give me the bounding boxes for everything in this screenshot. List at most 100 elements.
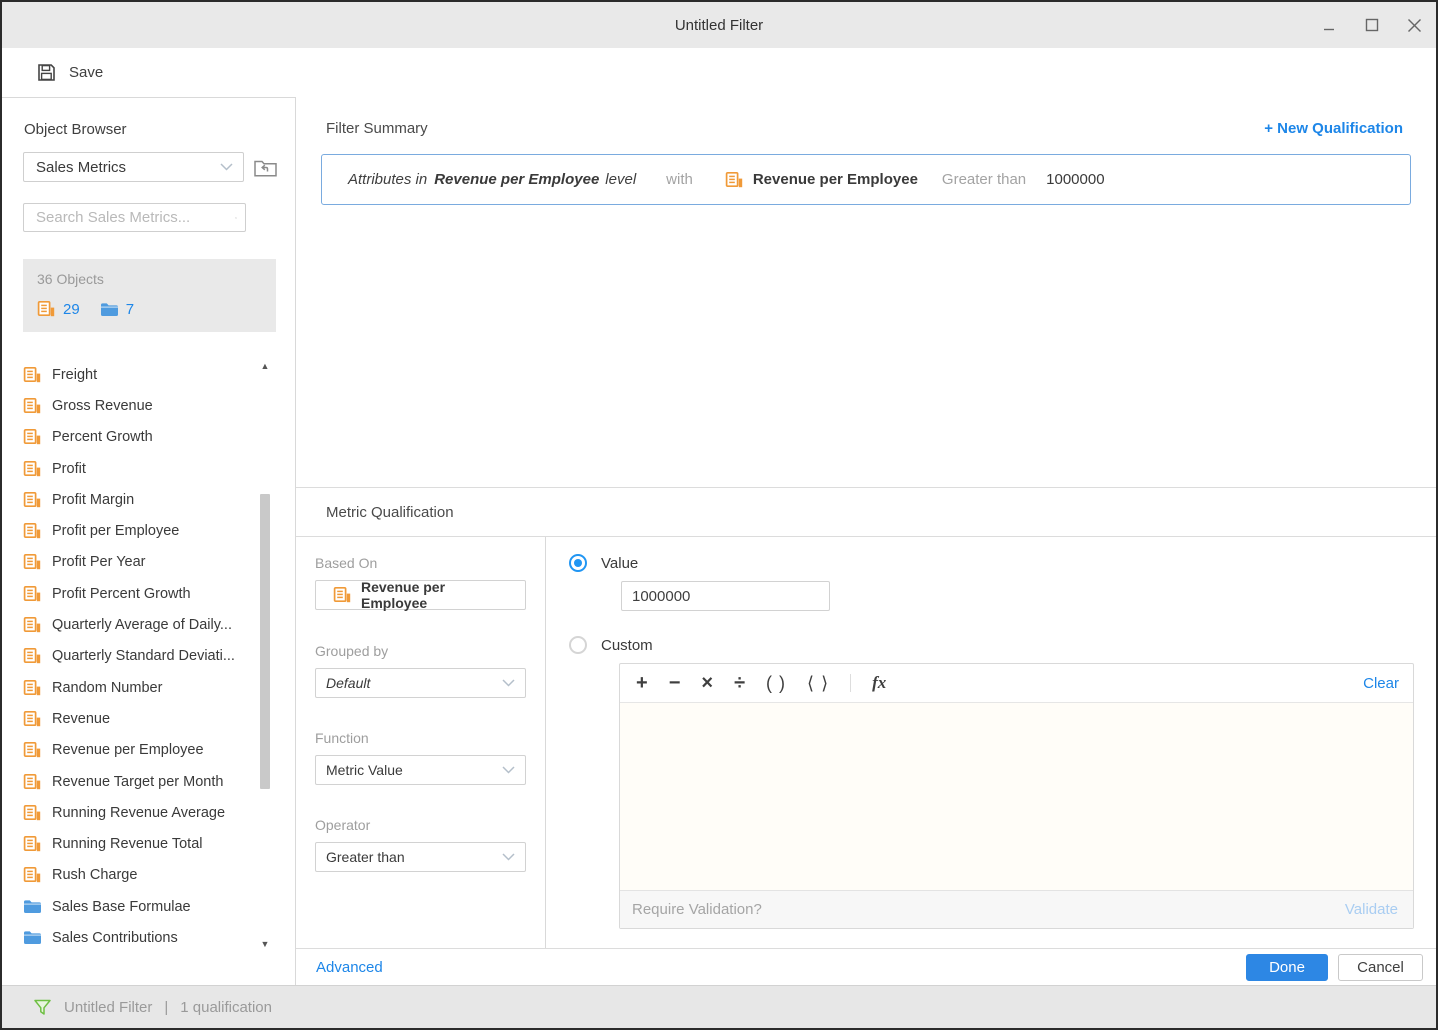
metric-qualification-body: Based On Revenue per Employee Grouped by… (296, 537, 1436, 948)
function-dropdown[interactable]: Metric Value (315, 755, 526, 785)
metric-icon (23, 366, 41, 384)
list-item[interactable]: Running Revenue Total (23, 828, 295, 859)
close-icon (1407, 18, 1422, 33)
list-item[interactable]: Profit (23, 453, 295, 484)
minus-icon[interactable]: − (669, 673, 681, 693)
parentheses-icon[interactable]: ( ) (766, 674, 786, 692)
save-button[interactable]: Save (37, 63, 103, 82)
list-item-label: Running Revenue Total (52, 836, 202, 852)
maximize-button[interactable] (1364, 17, 1380, 33)
angle-brackets-icon[interactable]: ⟨ ⟩ (807, 674, 829, 692)
value-radio[interactable] (569, 554, 587, 572)
list-item[interactable]: Random Number (23, 672, 295, 703)
metric-qualification-title: Metric Qualification (326, 504, 454, 521)
formula-validation-bar: Require Validation? Validate (620, 890, 1413, 928)
minimize-button[interactable] (1322, 17, 1338, 33)
chevron-down-icon (502, 853, 515, 861)
chevron-down-icon (502, 679, 515, 687)
qualification-level-suffix: level (605, 171, 636, 188)
grouped-by-value: Default (326, 675, 502, 691)
metric-icon (23, 866, 41, 884)
qualification-with-label: with (666, 171, 693, 188)
list-item[interactable]: Gross Revenue (23, 390, 295, 421)
list-item[interactable]: Freight (23, 359, 295, 390)
metric-icon (23, 773, 41, 791)
close-button[interactable] (1406, 17, 1422, 33)
list-item[interactable]: Profit Margin (23, 484, 295, 515)
operator-label: Operator (315, 817, 526, 833)
metric-icon (23, 522, 41, 540)
grouped-by-label: Grouped by (315, 643, 526, 659)
list-item-label: Profit Percent Growth (52, 586, 191, 602)
cancel-button[interactable]: Cancel (1338, 954, 1423, 981)
minimize-icon (1323, 18, 1337, 32)
list-item[interactable]: Running Revenue Average (23, 797, 295, 828)
metric-qualification-header: Metric Qualification (296, 488, 1436, 536)
scroll-up-arrow[interactable]: ▲ (257, 359, 273, 373)
qualification-value: 1000000 (1046, 171, 1104, 188)
list-item[interactable]: Quarterly Average of Daily... (23, 609, 295, 640)
list-item[interactable]: Revenue Target per Month (23, 766, 295, 797)
filter-editor-window: Untitled Filter Save Object Br (0, 0, 1438, 1030)
validate-link[interactable]: Validate (1345, 901, 1398, 918)
custom-radio-label: Custom (601, 637, 653, 654)
scroll-down-arrow[interactable]: ▼ (257, 937, 273, 951)
qualification-value-panel: Value Custom + − × ÷ ( ) (546, 537, 1436, 948)
grouped-by-dropdown[interactable]: Default (315, 668, 526, 698)
operator-value: Greater than (326, 849, 502, 865)
list-item-label: Profit Per Year (52, 554, 146, 570)
toolbar-separator (850, 674, 851, 692)
list-item[interactable]: Profit per Employee (23, 515, 295, 546)
list-item[interactable]: Revenue (23, 703, 295, 734)
list-item-label: Sales Contributions (52, 930, 178, 946)
function-fx-icon[interactable]: fx (872, 673, 886, 693)
value-radio-label: Value (601, 555, 638, 572)
scrollbar-thumb[interactable] (260, 494, 270, 789)
object-list: Freight Gross Revenue Percent Growth (23, 359, 295, 954)
formula-input-area[interactable] (620, 702, 1413, 890)
done-button[interactable]: Done (1246, 954, 1328, 981)
list-item-label: Revenue (52, 711, 110, 727)
folder-up-button[interactable] (253, 157, 278, 178)
title-bar: Untitled Filter (2, 2, 1436, 48)
multiply-icon[interactable]: × (701, 673, 713, 693)
operator-dropdown[interactable]: Greater than (315, 842, 526, 872)
chevron-down-icon (502, 766, 515, 774)
list-item-label: Gross Revenue (52, 398, 153, 414)
qualification-summary-card[interactable]: Attributes in Revenue per Employee level… (321, 154, 1411, 205)
filter-summary-section: Filter Summary + New Qualification Attri… (296, 97, 1436, 487)
list-item[interactable]: Sales Contributions (23, 922, 295, 953)
custom-radio[interactable] (569, 636, 587, 654)
clear-link[interactable]: Clear (1363, 675, 1399, 692)
advanced-link[interactable]: Advanced (316, 959, 383, 976)
source-dropdown-value: Sales Metrics (36, 159, 220, 176)
maximize-icon (1365, 18, 1379, 32)
list-item[interactable]: Sales Base Formulae (23, 891, 295, 922)
divide-icon[interactable]: ÷ (734, 673, 745, 693)
list-item-label: Rush Charge (52, 867, 137, 883)
list-item[interactable]: Profit Percent Growth (23, 578, 295, 609)
plus-icon[interactable]: + (636, 673, 648, 693)
metric-count: 29 (63, 301, 80, 318)
list-item-label: Profit Margin (52, 492, 134, 508)
search-input[interactable] (36, 209, 235, 226)
new-qualification-link[interactable]: + New Qualification (1264, 120, 1403, 137)
based-on-field[interactable]: Revenue per Employee (315, 580, 526, 610)
metric-icon (37, 300, 55, 318)
window-controls (1322, 2, 1422, 48)
main-content: Filter Summary + New Qualification Attri… (296, 97, 1436, 985)
source-dropdown[interactable]: Sales Metrics (23, 152, 244, 182)
metric-icon (23, 616, 41, 634)
window-title: Untitled Filter (675, 17, 763, 34)
value-input[interactable] (621, 581, 830, 611)
list-item[interactable]: Quarterly Standard Deviati... (23, 641, 295, 672)
list-item-label: Percent Growth (52, 429, 153, 445)
metric-icon (23, 428, 41, 446)
metric-icon (23, 397, 41, 415)
list-item[interactable]: Rush Charge (23, 860, 295, 891)
formula-editor: + − × ÷ ( ) ⟨ ⟩ fx Clear (619, 663, 1414, 929)
list-item[interactable]: Revenue per Employee (23, 735, 295, 766)
metric-icon (23, 553, 41, 571)
list-item[interactable]: Percent Growth (23, 422, 295, 453)
list-item[interactable]: Profit Per Year (23, 547, 295, 578)
